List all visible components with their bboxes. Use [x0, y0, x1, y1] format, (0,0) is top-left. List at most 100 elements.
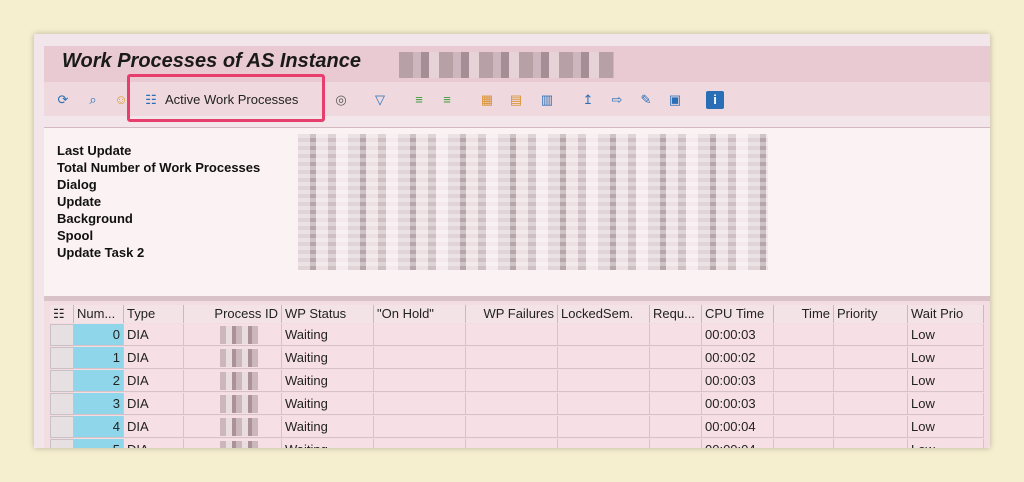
update-label: Update [57, 194, 102, 209]
cell-wp-status: Waiting [282, 324, 374, 346]
sort-ascending-icon[interactable]: ≡ [410, 91, 428, 109]
cell-type: DIA [124, 416, 184, 438]
cell-type: DIA [124, 347, 184, 369]
redacted-title-suffix [399, 52, 614, 78]
glasses-icon[interactable]: ◎ [332, 91, 350, 109]
last-update-label: Last Update [57, 143, 132, 158]
cell-locked-sem [558, 393, 650, 415]
cell-type: DIA [124, 370, 184, 392]
page-title: Work Processes of AS Instance [62, 50, 362, 72]
info-panel: Last Update Total Number of Work Process… [44, 127, 990, 296]
cell-on-hold [374, 324, 466, 346]
cell-time [774, 324, 834, 346]
cell-cpu-time: 00:00:03 [702, 324, 774, 346]
table-row[interactable]: 1 DIA Waiting 00:00:02 Low [44, 347, 990, 370]
cell-requ [650, 439, 702, 448]
row-selector[interactable] [50, 393, 74, 415]
cell-num: 3 [74, 393, 124, 415]
cell-process-id [184, 393, 282, 415]
redacted-process-id [220, 441, 258, 448]
table-row[interactable]: 2 DIA Waiting 00:00:03 Low [44, 370, 990, 393]
column-header-requ[interactable]: Requ... [650, 305, 702, 323]
column-header-cpu-time[interactable]: CPU Time [702, 305, 774, 323]
cell-priority [834, 439, 908, 448]
cell-cpu-time: 00:00:02 [702, 347, 774, 369]
cell-wait-prio: Low [908, 370, 984, 392]
cell-requ [650, 393, 702, 415]
spool-label: Spool [57, 228, 94, 243]
row-selector[interactable] [50, 370, 74, 392]
cell-wp-status: Waiting [282, 393, 374, 415]
calculator-icon[interactable]: ▣ [666, 91, 684, 109]
row-select-header[interactable]: ☷ [50, 305, 74, 323]
cell-type: DIA [124, 324, 184, 346]
cell-wait-prio: Low [908, 416, 984, 438]
edit-icon[interactable]: ✎ [637, 91, 655, 109]
export-icon[interactable]: ↥ [579, 91, 597, 109]
sap-window: Work Processes of AS Instance ⟳ ⌕ ☺ ☷ Ac… [34, 34, 990, 448]
cell-wp-status: Waiting [282, 416, 374, 438]
row-selector[interactable] [50, 416, 74, 438]
column-header-wait-prio[interactable]: Wait Prio [908, 305, 984, 323]
column-header-priority[interactable]: Priority [834, 305, 908, 323]
filter-icon[interactable]: ▽ [371, 91, 389, 109]
cell-wp-status: Waiting [282, 370, 374, 392]
cell-wait-prio: Low [908, 347, 984, 369]
search-icon[interactable]: ⌕ [84, 91, 102, 109]
redacted-info-values [298, 134, 768, 270]
cell-num: 0 [74, 324, 124, 346]
row-selector[interactable] [50, 324, 74, 346]
cell-locked-sem [558, 324, 650, 346]
column-header-process-id[interactable]: Process ID [184, 305, 282, 323]
cell-wp-failures [466, 439, 558, 448]
update-task-2-label: Update Task 2 [57, 245, 145, 260]
active-work-processes-button[interactable] [127, 74, 325, 122]
cell-process-id [184, 439, 282, 448]
row-selector[interactable] [50, 347, 74, 369]
column-header-type[interactable]: Type [124, 305, 184, 323]
table-row[interactable]: 4 DIA Waiting 00:00:04 Low [44, 416, 990, 439]
cell-process-id [184, 347, 282, 369]
cell-requ [650, 324, 702, 346]
grid-add-icon[interactable]: ▤ [507, 91, 525, 109]
cell-on-hold [374, 393, 466, 415]
cell-process-id [184, 370, 282, 392]
cell-time [774, 347, 834, 369]
cell-priority [834, 347, 908, 369]
cell-priority [834, 416, 908, 438]
cell-time [774, 439, 834, 448]
row-selector[interactable] [50, 439, 74, 448]
cell-cpu-time: 00:00:04 [702, 439, 774, 448]
info-icon[interactable]: i [706, 91, 724, 109]
grid-settings-icon[interactable]: ▥ [538, 91, 556, 109]
cell-time [774, 416, 834, 438]
cell-cpu-time: 00:00:04 [702, 416, 774, 438]
table-row[interactable]: 0 DIA Waiting 00:00:03 Low [44, 324, 990, 347]
refresh-icon[interactable]: ⟳ [54, 91, 72, 109]
column-header-on-hold[interactable]: "On Hold" [374, 305, 466, 323]
table-row[interactable]: 3 DIA Waiting 00:00:03 Low [44, 393, 990, 416]
cell-type: DIA [124, 439, 184, 448]
cell-num: 5 [74, 439, 124, 448]
dialog-label: Dialog [57, 177, 97, 192]
column-header-num[interactable]: Num... [74, 305, 124, 323]
cell-wait-prio: Low [908, 439, 984, 448]
cell-on-hold [374, 439, 466, 448]
column-header-time[interactable]: Time [774, 305, 834, 323]
grid-icon[interactable]: ▦ [478, 91, 496, 109]
transfer-icon[interactable]: ⇨ [608, 91, 626, 109]
column-header-wp-failures[interactable]: WP Failures [466, 305, 558, 323]
redacted-process-id [220, 395, 258, 413]
cell-num: 2 [74, 370, 124, 392]
work-process-table: ☷ Num... Type Process ID WP Status "On H… [44, 301, 990, 448]
cell-wp-status: Waiting [282, 347, 374, 369]
cell-locked-sem [558, 370, 650, 392]
table-row[interactable]: 5DIA Waiting 00:00:04 Low [44, 439, 990, 448]
column-header-locked-sem[interactable]: LockedSem. [558, 305, 650, 323]
column-header-wp-status[interactable]: WP Status [282, 305, 374, 323]
cell-wait-prio: Low [908, 324, 984, 346]
cell-wp-failures [466, 370, 558, 392]
sort-descending-icon[interactable]: ≡ [438, 91, 456, 109]
redacted-process-id [220, 326, 258, 344]
cell-on-hold [374, 370, 466, 392]
